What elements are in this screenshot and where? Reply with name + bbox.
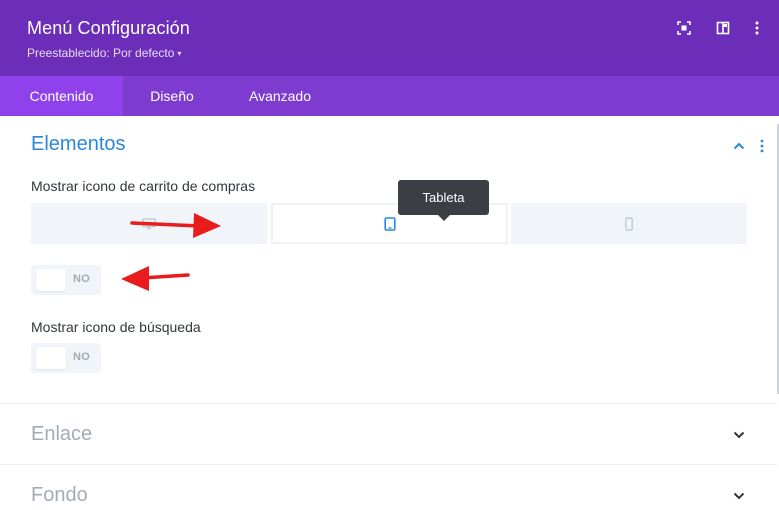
- cart-icon-toggle[interactable]: NO: [31, 265, 101, 295]
- section-divider: [0, 403, 777, 404]
- annotation-arrow-left-icon: [121, 266, 190, 291]
- phone-icon: [625, 216, 633, 231]
- tab-avanzado[interactable]: Avanzado: [221, 76, 339, 116]
- toggle-state: NO: [73, 273, 91, 285]
- chevron-down-icon[interactable]: [732, 428, 746, 442]
- toggle-knob: [36, 269, 66, 291]
- search-icon-toggle[interactable]: NO: [31, 343, 101, 373]
- section-title-enlace[interactable]: Enlace: [31, 423, 92, 446]
- chevron-up-icon[interactable]: [732, 139, 746, 153]
- modal-title: Menú Configuración: [27, 18, 190, 38]
- more-vertical-icon[interactable]: [749, 20, 765, 36]
- tab-bar: Contenido Diseño Avanzado: [0, 76, 779, 116]
- modal-header: Menú Configuración Preestablecido: Por d…: [0, 0, 779, 76]
- toggle-knob: [36, 347, 66, 369]
- search-icon-label: Mostrar icono de búsqueda: [31, 319, 201, 335]
- preset-caret: ▾: [177, 49, 182, 58]
- section-title-elementos[interactable]: Elementos: [31, 133, 126, 156]
- sidebar-layout-icon[interactable]: [715, 20, 731, 36]
- tooltip-tail: [437, 214, 451, 221]
- settings-panel: [0, 116, 779, 510]
- annotation-arrow-right-icon: [130, 213, 221, 238]
- section-title-fondo[interactable]: Fondo: [31, 484, 88, 507]
- preset-selector[interactable]: Preestablecido: Por defecto ▾: [27, 46, 181, 60]
- section-menu-icon[interactable]: [758, 139, 766, 153]
- section-divider: [0, 464, 777, 465]
- tablet-icon: [383, 216, 396, 231]
- expand-icon[interactable]: [676, 20, 692, 36]
- tab-diseno[interactable]: Diseño: [123, 76, 221, 116]
- cart-icon-label: Mostrar icono de carrito de compras: [31, 178, 256, 194]
- tab-contenido[interactable]: Contenido: [0, 76, 123, 116]
- chevron-down-icon[interactable]: [732, 489, 746, 503]
- preset-label: Preestablecido: Por defecto: [27, 46, 175, 60]
- device-phone-button[interactable]: [511, 203, 747, 244]
- toggle-state: NO: [73, 351, 91, 363]
- device-tooltip: Tableta: [398, 180, 489, 215]
